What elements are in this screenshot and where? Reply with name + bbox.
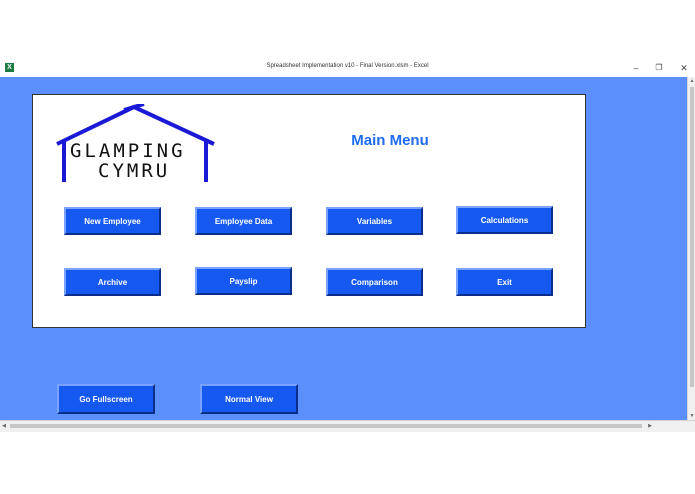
variables-button[interactable]: Variables bbox=[326, 207, 423, 235]
glamping-cymru-logo: GLAMPING CYMRU bbox=[54, 102, 219, 184]
payslip-button[interactable]: Payslip bbox=[195, 267, 292, 295]
window-title: Spreadsheet Implementation v10 - Final V… bbox=[266, 63, 429, 69]
new-employee-button[interactable]: New Employee bbox=[64, 207, 161, 235]
horizontal-scroll-thumb[interactable] bbox=[10, 424, 642, 428]
logo-line-2: CYMRU bbox=[98, 160, 171, 182]
scroll-down-icon[interactable]: ▼ bbox=[688, 412, 695, 420]
employee-data-button[interactable]: Employee Data bbox=[195, 207, 292, 235]
exit-button[interactable]: Exit bbox=[456, 268, 553, 296]
close-button[interactable]: ✕ bbox=[677, 61, 691, 75]
calculations-button[interactable]: Calculations bbox=[456, 206, 553, 234]
normal-view-button[interactable]: Normal View bbox=[200, 384, 298, 414]
minimize-button[interactable]: – bbox=[629, 61, 643, 75]
window-titlebar: X Spreadsheet Implementation v10 - Final… bbox=[0, 60, 695, 77]
horizontal-scrollbar[interactable]: ◀ ▶ bbox=[0, 420, 695, 432]
comparison-button[interactable]: Comparison bbox=[326, 268, 423, 296]
restore-button[interactable]: ❐ bbox=[652, 61, 666, 75]
vertical-scroll-thumb[interactable] bbox=[690, 87, 694, 387]
scroll-up-icon[interactable]: ▲ bbox=[688, 77, 695, 85]
go-fullscreen-button[interactable]: Go Fullscreen bbox=[57, 384, 155, 414]
archive-button[interactable]: Archive bbox=[64, 268, 161, 296]
page-title: Main Menu bbox=[351, 132, 429, 149]
logo-line-1: GLAMPING bbox=[70, 140, 186, 162]
vertical-scrollbar[interactable]: ▲ ▼ bbox=[687, 77, 695, 420]
scroll-left-icon[interactable]: ◀ bbox=[0, 422, 8, 430]
scroll-right-icon[interactable]: ▶ bbox=[646, 422, 654, 430]
